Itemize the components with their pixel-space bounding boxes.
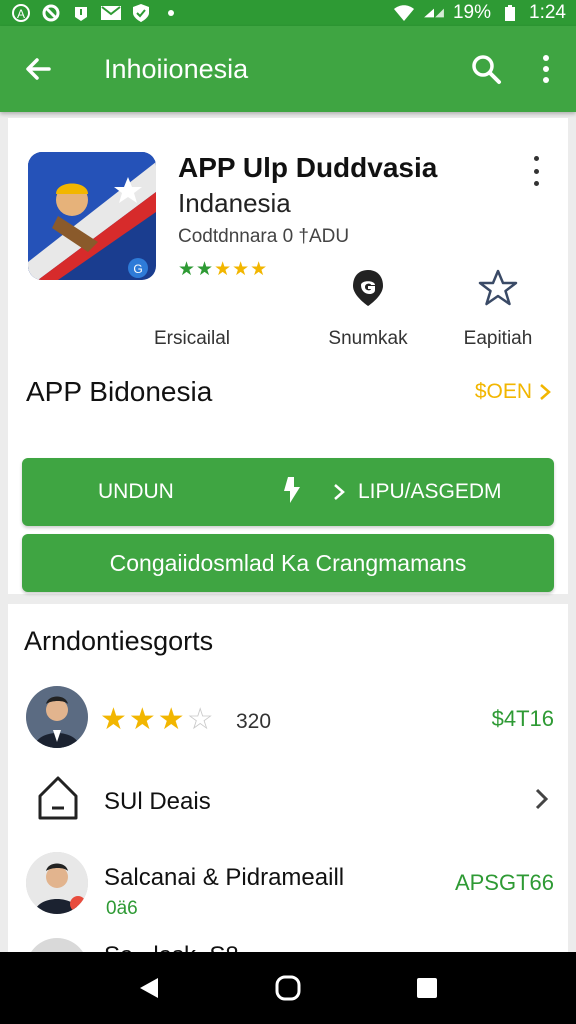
primary-right-label: LIPU/ASGEDM — [358, 480, 502, 503]
nav-home-button[interactable] — [258, 958, 318, 1018]
shield-icon — [348, 268, 388, 308]
app-name: APP Ulp Duddvasia — [178, 152, 438, 183]
more-vert-icon — [543, 55, 549, 83]
section-title: Arndontiesgorts — [24, 626, 214, 656]
clock: 1:24 — [529, 2, 566, 23]
section-card: Arndontiesgorts ★★★☆ 320 $4T16 SUl Deais… — [8, 604, 568, 952]
app-developer[interactable]: Indanesia — [178, 188, 291, 219]
wishlist-action[interactable]: Eapitiah — [438, 268, 558, 349]
list-item[interactable]: SUl Deais — [8, 762, 568, 842]
arrow-left-icon — [26, 58, 51, 80]
install-action[interactable]: Ersicailal — [132, 268, 252, 349]
stars-empty: ☆ — [186, 703, 216, 736]
open-link-label: $OEN — [474, 380, 532, 403]
list-item[interactable]: Salcanai & Pidrameaill 0ä6 APSGT66 — [8, 844, 568, 924]
battery-percent: 19% — [452, 2, 492, 23]
blocked-icon — [40, 3, 62, 23]
item-subtext: 0ä6 — [106, 898, 138, 919]
open-link[interactable]: $OEN — [475, 380, 552, 404]
item-price: APSGT66 — [454, 870, 554, 895]
chevron-right-icon — [540, 384, 551, 400]
nav-back-icon — [140, 978, 159, 998]
item-label: Sa...lask. S8 — [104, 942, 239, 952]
install-action-label: Ersicailal — [153, 328, 231, 349]
list-item[interactable]: ★★★☆ 320 $4T16 — [8, 680, 568, 760]
status-bar: A 19% 1:24 — [0, 0, 576, 26]
app-subtitle: APP Bidonesia — [26, 376, 213, 407]
primary-left-label: UNDUN — [98, 480, 174, 503]
status-right-icons: 19% 1:24 — [393, 2, 566, 24]
signal-icon — [423, 3, 445, 23]
overflow-menu-button[interactable] — [516, 26, 576, 112]
list-item[interactable]: Sa...lask. S8 — [8, 934, 568, 952]
primary-right-group: LIPU/ASGEDM — [332, 480, 502, 504]
primary-action-button[interactable]: UNDUN LIPU/ASGEDM — [22, 458, 554, 526]
home-icon — [36, 774, 80, 827]
item-label: SUl Deais — [104, 788, 211, 815]
dot — [533, 168, 539, 174]
avatar — [26, 938, 88, 952]
secondary-action-button[interactable]: Congaiidosmlad Ka Crangmamans — [22, 534, 554, 592]
app-icon[interactable]: G — [28, 152, 156, 280]
nav-recents-button[interactable] — [397, 958, 457, 1018]
avatar — [26, 852, 88, 914]
mail-icon — [100, 3, 122, 23]
search-button[interactable] — [456, 26, 516, 112]
dot — [533, 156, 539, 161]
dot — [533, 181, 539, 186]
app-detail-card: G APP Ulp Duddvasia Indanesia Codtdnnara… — [8, 118, 568, 594]
shield-icon — [130, 3, 152, 23]
app-bar-title: Inhoiionesia — [104, 53, 249, 84]
wifi-icon — [393, 3, 415, 23]
install-icon — [172, 268, 212, 308]
status-left-icons: A — [10, 3, 182, 23]
dot-icon — [160, 3, 182, 23]
avatar — [26, 686, 88, 748]
security-action-label: Snumkak — [328, 328, 408, 349]
notification-icon — [70, 3, 92, 23]
item-label: Salcanai & Pidrameaill — [104, 864, 345, 891]
a-letter-icon: A — [10, 3, 32, 23]
chevron-right-icon — [530, 784, 554, 814]
bolt-icon — [282, 475, 304, 510]
security-action[interactable]: Snumkak — [308, 268, 428, 349]
svg-text:A: A — [17, 7, 25, 21]
navigation-bar — [0, 952, 576, 1024]
nav-recents-icon — [416, 978, 437, 998]
rating-count: 320 — [236, 710, 272, 733]
rating-stars: ★★★☆ — [100, 702, 216, 737]
battery-icon — [499, 3, 521, 23]
wishlist-action-label: Eapitiah — [463, 328, 533, 349]
app-meta: Codtdnnara 0 †ADU — [178, 226, 350, 247]
nav-back-button[interactable] — [119, 958, 179, 1018]
back-button[interactable] — [0, 26, 76, 112]
app-bar: Inhoiionesia — [0, 26, 576, 112]
star-outline-icon — [478, 268, 518, 308]
search-icon — [472, 55, 501, 84]
chevron-right-icon — [334, 484, 345, 500]
app-overflow-menu[interactable] — [524, 156, 548, 186]
stars-filled: ★★★ — [100, 703, 187, 736]
nav-home-icon — [275, 975, 301, 1001]
item-price: $4T16 — [491, 706, 554, 731]
